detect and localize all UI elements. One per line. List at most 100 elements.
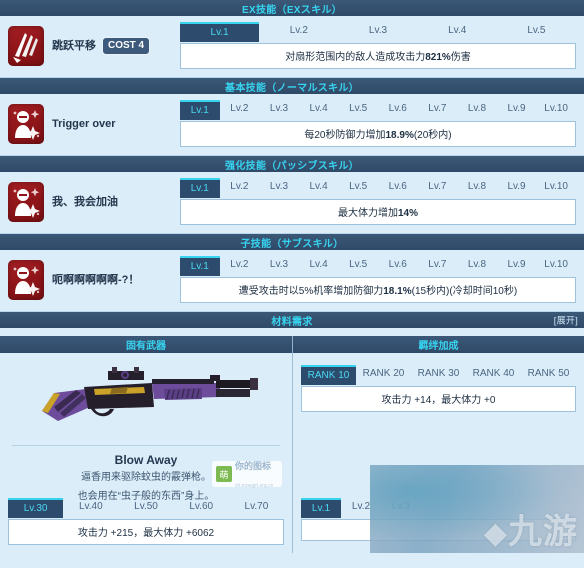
level-tab-normal-2[interactable]: Lv.2 — [220, 100, 260, 120]
level-tab-passive-3[interactable]: Lv.3 — [259, 178, 299, 198]
level-tab-passive-8[interactable]: Lv.8 — [457, 178, 497, 198]
level-tab-ex-2[interactable]: Lv.2 — [259, 22, 338, 42]
level-tab-passive-2[interactable]: Lv.2 — [220, 178, 260, 198]
section-title-normal: 基本技能（ノーマルスキル） — [225, 82, 359, 94]
rank-tab-20[interactable]: RANK 20 — [356, 365, 411, 385]
level-tab-passive-4[interactable]: Lv.4 — [299, 178, 339, 198]
level-tab-ex-3[interactable]: Lv.3 — [338, 22, 417, 42]
jiuyou-watermark: ◆九游 — [484, 515, 578, 549]
skill-cost-badge: COST 4 — [102, 37, 151, 55]
skill-row-ex: 跳跃平移 COST 4 Lv.1 Lv.2 Lv.3 Lv.4 Lv.5 对扇形… — [0, 16, 584, 78]
skill-name-normal: Trigger over — [52, 117, 116, 130]
skill-description-passive: 最大体力增加14% — [180, 199, 576, 225]
skill-name-ex: 跳跃平移 — [52, 39, 96, 52]
level-tab-sub-8[interactable]: Lv.8 — [457, 256, 497, 276]
level-tab-normal-7[interactable]: Lv.7 — [418, 100, 458, 120]
column-header-weapon: 固有武器 — [0, 336, 292, 353]
level-tab-normal-8[interactable]: Lv.8 — [457, 100, 497, 120]
skill-row-sub: 呃啊啊啊啊啊-?！ Lv.1 Lv.2 Lv.3 Lv.4 Lv.5 Lv.6 … — [0, 250, 584, 312]
desc-value-ex: 821% — [425, 52, 451, 63]
level-tab-normal-9[interactable]: Lv.9 — [497, 100, 537, 120]
skill-row-normal: Trigger over Lv.1 Lv.2 Lv.3 Lv.4 Lv.5 Lv… — [0, 94, 584, 156]
rank-tab-list: RANK 10 RANK 20 RANK 30 RANK 40 RANK 50 — [301, 365, 576, 385]
bond-level-tab-2[interactable]: Lv.2 — [341, 498, 381, 518]
level-tab-sub-2[interactable]: Lv.2 — [220, 256, 260, 276]
weapon-level-tab-50[interactable]: Lv.50 — [118, 498, 173, 518]
section-header-material: 材料需求 [展开] — [0, 312, 584, 328]
rank-tab-50[interactable]: RANK 50 — [521, 365, 576, 385]
level-tab-list-ex: Lv.1 Lv.2 Lv.3 Lv.4 Lv.5 — [180, 22, 576, 42]
level-tab-passive-6[interactable]: Lv.6 — [378, 178, 418, 198]
section-header-sub: 子技能（サブスキル） — [0, 234, 584, 250]
weapon-level-tab-30[interactable]: Lv.30 — [8, 498, 64, 518]
skill-levels-passive: Lv.1 Lv.2 Lv.3 Lv.4 Lv.5 Lv.6 Lv.7 Lv.8 … — [180, 178, 576, 225]
bond-stats: 攻击力 +14，最大体力 +0 — [301, 386, 576, 412]
desc-pre-ex: 对扇形范围内的敌人造成攻击力 — [285, 52, 426, 63]
desc-pre-sub: 遭受攻击时以5%机率增加防御力 — [238, 286, 384, 297]
column-header-bond: 羁绊加成 — [292, 336, 584, 353]
character-skill-page: EX技能（EXスキル） 跳跃平移 COST 4 Lv.1 Lv.2 Lv.3 L… — [0, 0, 584, 568]
level-tab-ex-5[interactable]: Lv.5 — [497, 22, 576, 42]
expand-toggle[interactable]: [展开] — [554, 314, 578, 327]
level-tab-sub-1[interactable]: Lv.1 — [180, 256, 220, 276]
level-tab-normal-6[interactable]: Lv.6 — [378, 100, 418, 120]
section-header-ex: EX技能（EXスキル） — [0, 0, 584, 16]
section-header-normal: 基本技能（ノーマルスキル） — [0, 78, 584, 94]
jiuyou-logo-mark: ◆ — [483, 516, 508, 551]
weapon-level-tab-70[interactable]: Lv.70 — [229, 498, 284, 518]
section-title-ex: EX技能（EXスキル） — [242, 4, 342, 16]
level-tab-passive-5[interactable]: Lv.5 — [338, 178, 378, 198]
skill-identity-normal: Trigger over — [8, 100, 180, 144]
weapon-divider — [12, 445, 280, 446]
level-tab-passive-7[interactable]: Lv.7 — [418, 178, 458, 198]
level-tab-passive-9[interactable]: Lv.9 — [497, 178, 537, 198]
skill-levels-sub: Lv.1 Lv.2 Lv.3 Lv.4 Lv.5 Lv.6 Lv.7 Lv.8 … — [180, 256, 576, 303]
level-tab-sub-6[interactable]: Lv.6 — [378, 256, 418, 276]
level-tab-sub-7[interactable]: Lv.7 — [418, 256, 458, 276]
level-tab-passive-1[interactable]: Lv.1 — [180, 178, 220, 198]
desc-pre-passive: 最大体力增加 — [337, 208, 398, 219]
student-sparkle-icon — [8, 182, 44, 222]
watermark-text: 你的图标 — [235, 461, 272, 471]
level-tab-sub-9[interactable]: Lv.9 — [497, 256, 537, 276]
skill-identity-passive: 我、我会加油 — [8, 178, 180, 222]
skill-name-sub: 呃啊啊啊啊啊-?！ — [52, 273, 140, 286]
weapon-image — [41, 367, 258, 421]
bond-level-tab-1[interactable]: Lv.1 — [301, 498, 341, 518]
desc-pre-normal: 每20秒防御力增加 — [304, 130, 386, 141]
slash-impact-icon — [8, 26, 44, 66]
weapon-level-tab-60[interactable]: Lv.60 — [174, 498, 229, 518]
skill-name-passive: 我、我会加油 — [52, 195, 118, 208]
level-tab-list-passive: Lv.1 Lv.2 Lv.3 Lv.4 Lv.5 Lv.6 Lv.7 Lv.8 … — [180, 178, 576, 198]
rank-tab-30[interactable]: RANK 30 — [411, 365, 466, 385]
level-tab-normal-5[interactable]: Lv.5 — [338, 100, 378, 120]
weapon-stats: 攻击力 +215，最大体力 +6062 — [8, 519, 284, 545]
student-sparkle-icon — [8, 260, 44, 300]
skill-levels-normal: Lv.1 Lv.2 Lv.3 Lv.4 Lv.5 Lv.6 Lv.7 Lv.8 … — [180, 100, 576, 147]
rank-tab-10[interactable]: RANK 10 — [301, 365, 356, 385]
level-tab-sub-10[interactable]: Lv.10 — [536, 256, 576, 276]
weapon-level-panel: Lv.30 Lv.40 Lv.50 Lv.60 Lv.70 攻击力 +215，最… — [0, 498, 292, 553]
skill-description-normal: 每20秒防御力增加18.9%(20秒内) — [180, 121, 576, 147]
bond-level-tab-3[interactable]: Lv.3 — [381, 498, 421, 518]
bond-level-tab-list: Lv.1 Lv.2 Lv.3 — [301, 498, 421, 518]
level-tab-sub-4[interactable]: Lv.4 — [299, 256, 339, 276]
section-title-passive: 强化技能（パッシブスキル） — [225, 160, 359, 172]
level-tab-sub-5[interactable]: Lv.5 — [338, 256, 378, 276]
desc-value-sub: 18.1% — [383, 286, 412, 297]
section-header-passive: 强化技能（パッシブスキル） — [0, 156, 584, 172]
level-tab-normal-4[interactable]: Lv.4 — [299, 100, 339, 120]
skill-identity-ex: 跳跃平移 COST 4 — [8, 22, 180, 66]
level-tab-ex-1[interactable]: Lv.1 — [180, 22, 260, 42]
rank-tab-40[interactable]: RANK 40 — [466, 365, 521, 385]
level-tab-normal-3[interactable]: Lv.3 — [259, 100, 299, 120]
level-tab-ex-4[interactable]: Lv.4 — [418, 22, 497, 42]
weapon-level-tab-40[interactable]: Lv.40 — [63, 498, 118, 518]
level-tab-normal-10[interactable]: Lv.10 — [536, 100, 576, 120]
section-title-material: 材料需求 — [271, 316, 313, 328]
level-tab-normal-1[interactable]: Lv.1 — [180, 100, 220, 120]
level-tab-passive-10[interactable]: Lv.10 — [536, 178, 576, 198]
level-tab-sub-3[interactable]: Lv.3 — [259, 256, 299, 276]
skill-description-sub: 遭受攻击时以5%机率增加防御力18.1%(15秒内)(冷却时间10秒) — [180, 277, 576, 303]
material-panel: 固有武器 羁绊加成 萌 你的图标 zh.moegirl.org.cn Blow … — [0, 328, 584, 553]
